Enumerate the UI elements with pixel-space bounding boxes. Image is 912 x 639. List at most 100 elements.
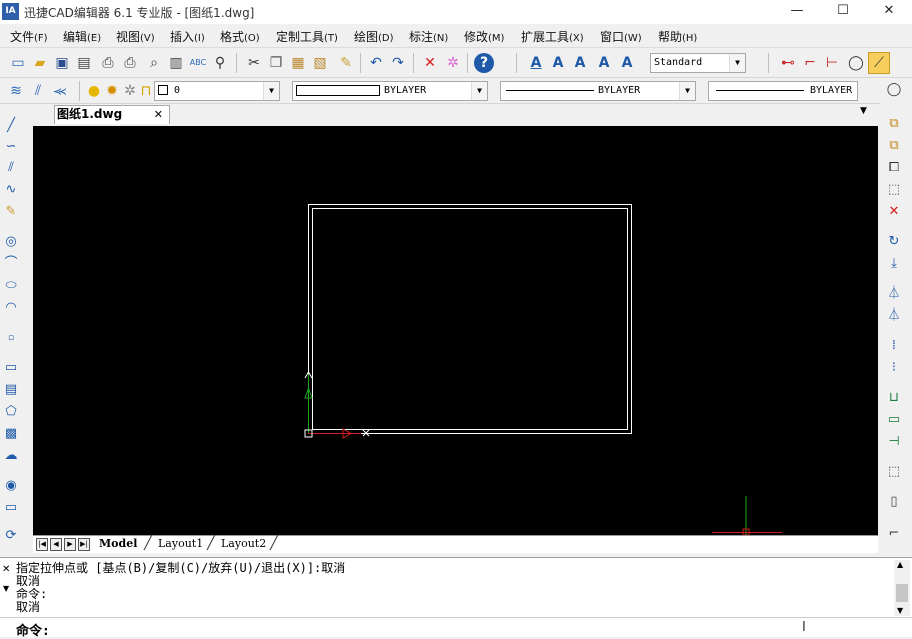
tab-layout2[interactable]: Layout2	[221, 537, 266, 550]
layer-state-icon[interactable]: ⫽	[28, 81, 48, 101]
print-icon[interactable]: ⎙	[98, 53, 118, 73]
copy-object-icon[interactable]: ⧉	[884, 114, 904, 134]
chevron-down-icon[interactable]: ▼	[679, 82, 695, 100]
copy-icon[interactable]: ❐	[266, 53, 286, 73]
fillet-icon[interactable]: ⌐	[884, 524, 904, 544]
menu-view[interactable]: 视图(V)	[116, 28, 155, 45]
circle-dimension-icon[interactable]: ◯	[846, 53, 866, 73]
move-icon[interactable]: ⤓	[884, 254, 904, 274]
menu-dimension[interactable]: 标注(N)	[409, 28, 448, 45]
redo-icon[interactable]: ↷	[388, 53, 408, 73]
text-style-icon[interactable]: A	[526, 53, 546, 73]
donut-icon[interactable]: ◉	[1, 476, 21, 496]
scale-icon[interactable]: ⁝	[884, 358, 904, 378]
new-file-icon[interactable]: ▭	[8, 53, 28, 73]
rectangle-icon[interactable]: ▭	[1, 358, 21, 378]
outer-rectangle[interactable]	[308, 204, 632, 434]
menu-window[interactable]: 窗口(W)	[600, 28, 642, 45]
menu-extend-tools[interactable]: 扩展工具(X)	[521, 28, 584, 45]
save-icon[interactable]: ▣	[52, 53, 72, 73]
next-layout-icon[interactable]: ▶	[64, 538, 76, 551]
layer-dropdown[interactable]: 0 ▼	[154, 81, 280, 101]
layer-previous-icon[interactable]: ⪻	[50, 81, 70, 101]
chevron-down-icon[interactable]: ▼	[729, 54, 745, 72]
scroll-up-icon[interactable]: ▲	[897, 560, 903, 569]
ordinate-dimension-icon[interactable]: ⌐	[800, 53, 820, 73]
spell-check-icon[interactable]: ABC	[188, 53, 208, 73]
prev-layout-icon[interactable]: ◀	[50, 538, 62, 551]
cut-icon[interactable]: ✂	[244, 53, 264, 73]
extend-icon[interactable]: ▭	[884, 410, 904, 430]
mirror-copy-icon[interactable]: ⧉	[884, 136, 904, 156]
command-panel-menu-icon[interactable]: ▼	[3, 584, 9, 593]
layer-on-bulb-icon[interactable]: ●	[84, 81, 104, 101]
linetype-dropdown[interactable]: BYLAYER ▼	[500, 81, 696, 101]
arc-icon[interactable]: ⌒	[1, 254, 21, 274]
publish-icon[interactable]: ▥	[166, 53, 186, 73]
circle-icon[interactable]: ◎	[1, 232, 21, 252]
tab-list-icon[interactable]: ▼	[860, 106, 867, 116]
inner-rectangle[interactable]	[312, 208, 628, 430]
tab-layout1[interactable]: Layout1	[158, 537, 203, 550]
mirror-3d-icon[interactable]: ⏃	[884, 306, 904, 326]
polygon-icon[interactable]: ⬠	[1, 402, 21, 422]
polyline-icon[interactable]: ∽	[1, 137, 21, 157]
tab-model[interactable]: Model	[99, 537, 137, 550]
chevron-down-icon[interactable]: ▼	[263, 82, 279, 100]
chevron-down-icon[interactable]: ▼	[471, 82, 487, 100]
aligned-dimension-icon[interactable]: ⟋	[868, 52, 890, 74]
tab-drawing[interactable]: 图纸1.dwg ✕	[54, 105, 170, 124]
multiline-text-icon[interactable]: A	[570, 53, 590, 73]
mirror-icon[interactable]: ⏃	[884, 284, 904, 304]
menu-format[interactable]: 格式(O)	[220, 28, 260, 45]
find-icon[interactable]: ⚲	[210, 53, 230, 73]
menu-custom-tools[interactable]: 定制工具(T)	[276, 28, 338, 45]
undo-icon[interactable]: ↶	[366, 53, 386, 73]
scroll-down-icon[interactable]: ▼	[897, 606, 903, 615]
rotate-icon[interactable]: ↻	[884, 232, 904, 252]
trim-icon[interactable]: ⊔	[884, 388, 904, 408]
ellipse-icon[interactable]: ⬭	[1, 276, 21, 296]
explode-icon[interactable]: ▯	[884, 492, 904, 512]
region-icon[interactable]: ▩	[1, 424, 21, 444]
first-layout-icon[interactable]: |◀	[36, 538, 48, 551]
match-properties-icon[interactable]: ✎	[336, 53, 356, 73]
minimize-button[interactable]: —	[774, 0, 820, 24]
menu-help[interactable]: 帮助(H)	[658, 28, 697, 45]
hatch-icon[interactable]: ▤	[1, 380, 21, 400]
layer-manager-icon[interactable]: ≋	[6, 81, 26, 101]
point-icon[interactable]: ▫	[1, 328, 21, 348]
find-text-icon[interactable]: A	[617, 53, 637, 73]
close-button[interactable]: ✕	[866, 0, 912, 24]
menu-edit[interactable]: 编辑(E)	[63, 28, 101, 45]
lineweight-dropdown[interactable]: BYLAYER	[708, 81, 858, 101]
command-scrollbar[interactable]: ▲ ▼	[894, 560, 910, 616]
wipeout-icon[interactable]: ▭	[1, 498, 21, 518]
scroll-thumb[interactable]	[896, 584, 908, 602]
freehand-icon[interactable]: ✎	[1, 202, 21, 222]
maximize-button[interactable]: ☐	[820, 0, 866, 24]
spline-icon[interactable]: ∿	[1, 180, 21, 200]
help-icon[interactable]: ?	[474, 53, 494, 73]
menu-draw[interactable]: 绘图(D)	[354, 28, 394, 45]
regen-icon[interactable]: ⟳	[1, 526, 21, 546]
break-icon[interactable]: ⊣	[884, 432, 904, 452]
command-panel-close-icon[interactable]: ✕	[2, 564, 10, 575]
save-all-icon[interactable]: ▤	[74, 53, 94, 73]
orbit-icon[interactable]: ◯	[884, 80, 904, 100]
line-icon[interactable]: ╱	[1, 116, 21, 136]
array-icon[interactable]: ⬚	[884, 180, 904, 200]
offset-icon[interactable]: ⧠	[884, 158, 904, 178]
color-dropdown[interactable]: BYLAYER ▼	[292, 81, 488, 101]
delete-icon[interactable]: ✕	[884, 202, 904, 222]
chamfer-icon[interactable]: ⬚	[884, 462, 904, 482]
text-style-dropdown[interactable]: Standard ▼	[650, 53, 746, 73]
baseline-dimension-icon[interactable]: ⊢	[822, 53, 842, 73]
menu-insert[interactable]: 插入(I)	[170, 28, 205, 45]
layer-unlock-icon[interactable]: ⊓	[136, 81, 156, 101]
single-line-text-icon[interactable]: A	[548, 53, 568, 73]
open-folder-icon[interactable]: ▰	[30, 53, 50, 73]
last-layout-icon[interactable]: ▶|	[78, 538, 90, 551]
ellipse-arc-icon[interactable]: ◠	[1, 298, 21, 318]
stretch-icon[interactable]: ⁞	[884, 336, 904, 356]
